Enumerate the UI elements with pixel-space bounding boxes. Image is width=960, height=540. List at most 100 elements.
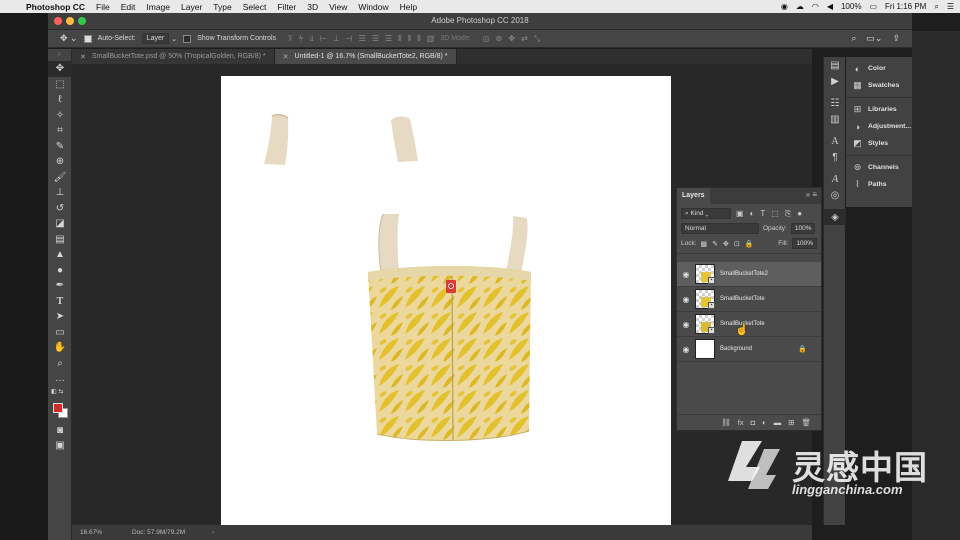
auto-select-checkbox[interactable] [83,34,92,43]
path-selection-tool-icon[interactable]: ➤ [48,309,72,325]
healing-brush-tool-icon[interactable]: ⊕ [48,154,72,170]
clock[interactable]: Fri 1:16 PM [885,2,926,11]
new-layer-icon[interactable]: ⊞ [788,418,794,427]
glyphs-panel-icon[interactable]: A [824,171,846,187]
screen-mode-icon[interactable]: ▣ [48,438,72,454]
new-adjustment-layer-icon[interactable]: ◐ [762,418,767,427]
lock-artboard-icon[interactable]: ⊡ [734,240,740,248]
lock-all-icon[interactable]: 🔒 [745,240,754,248]
info-panel-icon[interactable]: ▥ [824,111,846,127]
gradient-tool-icon[interactable]: ▤ [48,232,72,248]
link-layers-icon[interactable]: ⛓ [721,418,731,427]
blend-mode-dropdown[interactable]: Normal [681,223,759,234]
layer-thumbnail[interactable]: ▪ [695,264,715,284]
foreground-color-swatch[interactable] [53,402,63,413]
filter-kind-dropdown[interactable]: ⌕ Kind ⌄ [681,208,731,219]
visibility-eye-icon[interactable]: ◉ [677,320,695,329]
lock-position-icon[interactable]: ✥ [723,240,729,248]
type-tool-icon[interactable]: T [48,294,72,310]
align-hcenter-icon[interactable]: ⊥ [333,34,340,44]
add-mask-icon[interactable]: ◘ [751,418,756,427]
lock-image-icon[interactable]: ✎ [712,240,718,248]
layers-tab[interactable]: Layers [677,188,710,204]
filter-smart-object-icon[interactable]: ⎘ [785,209,791,219]
zoom-level[interactable]: 16.67% [80,529,132,536]
distribute-right-icon[interactable]: ⦀ [417,34,421,44]
volume-icon[interactable]: ◀ [827,2,833,11]
yellow-bucket-tote[interactable] [368,266,531,441]
tab-close-icon[interactable]: ✕ [283,53,289,61]
distribute-vcenter-icon[interactable]: ☰ [372,34,379,44]
crop-tool-icon[interactable]: ⌗ [48,123,72,139]
distribute-top-icon[interactable]: ☰ [359,34,366,44]
layer-name[interactable]: SmallBucketTote2 [720,271,768,277]
opacity-field[interactable]: 100% [790,223,816,234]
clone-stamp-tool-icon[interactable]: ⊥ [48,185,72,201]
marquee-tool-icon[interactable]: ⬚ [48,77,72,93]
dodge-tool-icon[interactable]: ● [48,263,72,279]
tab-smallbuckettote-psd[interactable]: ✕ SmallBucketTote.psd @ 50% (TropicalGol… [72,49,275,64]
show-transform-checkbox[interactable] [183,34,192,43]
record-icon[interactable]: ◉ [781,2,788,11]
toolbar-grip[interactable]: » [48,49,71,61]
spotlight-icon[interactable]: ⌕ [934,2,938,12]
menu-window[interactable]: Window [358,2,388,12]
menu-edit[interactable]: Edit [121,2,136,12]
magic-wand-tool-icon[interactable]: ✧ [48,108,72,124]
menu-filter[interactable]: Filter [277,2,296,12]
auto-align-icon[interactable]: ▥ [427,34,435,44]
menu-3d[interactable]: 3D [307,2,318,12]
panel-libraries[interactable]: ⊞ Libraries [846,101,912,118]
filter-adjustment-icon[interactable]: ◐ [750,209,755,219]
filter-pixel-icon[interactable]: ▣ [736,209,744,219]
3d-roll-icon[interactable]: ⊛ [496,34,503,44]
layer-thumbnail[interactable]: ▪ [695,289,715,309]
share-icon[interactable]: ⇪ [892,33,900,44]
more-tools-icon[interactable]: … [48,371,72,387]
workspace-icon[interactable]: ▭⌄ [866,33,882,44]
zoom-tool-icon[interactable]: ⌕ [48,356,72,372]
menu-view[interactable]: View [329,2,347,12]
wifi-icon[interactable]: ◠ [812,2,819,11]
distribute-left-icon[interactable]: ⦀ [398,34,402,44]
delete-layer-icon[interactable]: 🗑 [801,418,811,427]
3d-pan-icon[interactable]: ✥ [508,34,515,44]
eraser-tool-icon[interactable]: ◪ [48,216,72,232]
panel-channels[interactable]: ⊚ Channels [846,159,912,176]
battery-icon[interactable]: ▭ [869,2,877,11]
blur-tool-icon[interactable]: ▲ [48,247,72,263]
tab-untitled-1[interactable]: ✕ Untitled-1 @ 16.7% (SmallBucketTote2, … [274,49,457,64]
layer-row[interactable]: ◉ ▪ SmallBucketTote [677,287,821,312]
layer-style-fx-icon[interactable]: fx [738,418,744,427]
visibility-eye-icon[interactable]: ◉ [677,295,695,304]
character-panel-icon[interactable]: A [824,133,846,149]
new-group-icon[interactable]: ▬ [774,418,782,427]
menu-type[interactable]: Type [213,2,231,12]
tab-close-icon[interactable]: ✕ [80,53,86,61]
background-lock-icon[interactable]: 🔒 [798,345,807,353]
menu-select[interactable]: Select [243,2,267,12]
creative-cloud-icon[interactable]: ☁ [796,2,804,11]
panel-paths[interactable]: ⌇ Paths [846,176,912,193]
fill-field[interactable]: 100% [792,238,817,249]
filter-shape-icon[interactable]: ⬚ [771,209,779,219]
default-colors-icon[interactable]: ◧ ⇆ [48,387,72,397]
auto-select-target-dropdown[interactable]: Layer [141,33,170,44]
history-brush-tool-icon[interactable]: ↺ [48,201,72,217]
layers-panel-icon[interactable]: ◈ [824,209,846,225]
filter-toggle-icon[interactable]: ● [797,209,802,219]
move-tool-preset-icon[interactable]: ✥ ⌄ [60,33,78,44]
panel-swatches[interactable]: ▦ Swatches [846,77,912,94]
menu-help[interactable]: Help [400,2,417,12]
document-canvas[interactable] [221,76,671,525]
menu-layer[interactable]: Layer [181,2,202,12]
panel-styles[interactable]: ◩ Styles [846,135,912,152]
pen-tool-icon[interactable]: ✒ [48,278,72,294]
eyedropper-tool-icon[interactable]: ✎ [48,139,72,155]
align-right-icon[interactable]: ⊣ [346,34,353,44]
3d-slide-icon[interactable]: ⇄ [521,34,528,44]
lasso-tool-icon[interactable]: ℓ [48,92,72,108]
visibility-eye-icon[interactable]: ◉ [677,270,695,279]
rectangle-tool-icon[interactable]: ▭ [48,325,72,341]
align-top-icon[interactable]: ⫪ [288,34,293,44]
